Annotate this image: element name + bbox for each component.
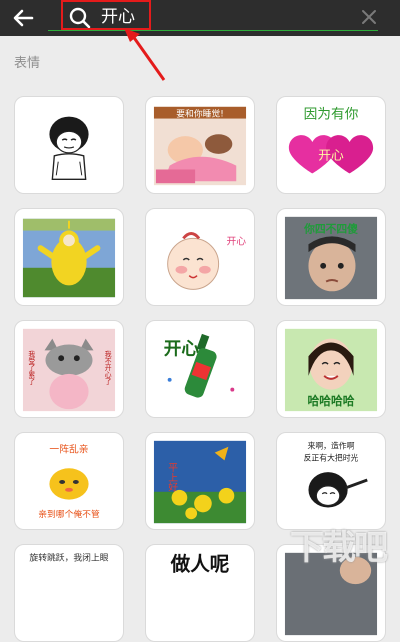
heart-text: 开心 (318, 149, 344, 164)
cat-sticker[interactable]: 我受了累了 我不开心了 (14, 320, 124, 418)
sticker-caption-top: 一阵乱亲 (49, 443, 88, 456)
meme-face-text-sticker[interactable]: 来啊，造作啊 反正有大把时光 (276, 432, 386, 530)
sticker-caption: 做人呢 (170, 552, 230, 575)
yellow-teletubby-sticker[interactable] (14, 208, 124, 306)
sticker-caption: 开心 (226, 235, 246, 247)
yellow-blob-sticker[interactable]: 一阵乱亲 亲到哪个俺不管 (14, 432, 124, 530)
sticker-caption-line1: 来啊，造作啊 (308, 441, 355, 451)
annotation-arrow-icon (120, 26, 170, 86)
sticker-caption: 开心 (164, 338, 200, 359)
back-arrow-icon[interactable] (10, 6, 36, 30)
cartoon-baby-sticker[interactable]: 开心 (145, 208, 255, 306)
sticker-caption-left: 我受了累了 (27, 349, 35, 384)
sticker-caption: 旋转跳跃，我闭上眼 (29, 552, 108, 564)
sticker-caption: 哈哈哈哈 (308, 394, 355, 408)
flowers-sticker[interactable]: 平上好 (145, 432, 255, 530)
search-underline (48, 30, 378, 31)
watermark-logo: 下载吧 (290, 528, 388, 568)
meme-face-sticker[interactable] (14, 96, 124, 194)
sticker-caption-bottom: 亲到哪个俺不管 (38, 508, 100, 520)
sticker-bottom-left[interactable]: 旋转跳跃，我闭上眼 (14, 544, 124, 642)
hearts-sticker[interactable]: 因为有你 开心 (276, 96, 386, 194)
sticker-caption-right: 我不开心了 (103, 349, 111, 384)
sticker-caption: 要和你睡觉! (176, 108, 224, 120)
sticker-caption-line2: 反正有大把时光 (304, 452, 359, 462)
sticker-caption: 因为有你 (304, 107, 359, 123)
clear-icon[interactable] (358, 6, 380, 28)
laughing-girl-sticker[interactable]: 哈哈哈哈 (276, 320, 386, 418)
search-bar: 开心 (0, 0, 400, 36)
sticker-caption: 你四不四傻 (303, 223, 358, 236)
kid-photo-sticker[interactable]: 你四不四傻 (276, 208, 386, 306)
sticker-caption: 平上好 (166, 462, 178, 492)
sticker-bottom-middle[interactable]: 做人呢 (145, 544, 255, 642)
beer-bottle-sticker[interactable]: 开心 (145, 320, 255, 418)
section-title: 表情 (14, 56, 41, 71)
sleeping-baby-sticker[interactable]: 要和你睡觉! (145, 96, 255, 194)
